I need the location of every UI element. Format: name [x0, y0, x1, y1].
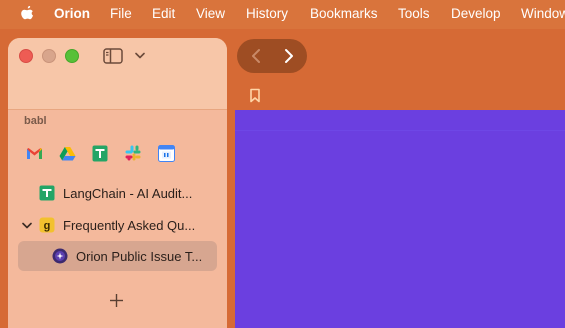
bookmark-icon[interactable] — [249, 88, 261, 103]
back-button[interactable] — [239, 39, 273, 73]
sidebar-header — [8, 38, 227, 110]
tab-orion-issues[interactable]: Orion Public Issue T... — [18, 241, 217, 271]
menu-file[interactable]: File — [110, 6, 132, 21]
slack-icon — [125, 145, 141, 161]
workspace-label: babl — [24, 115, 47, 127]
tab-label: LangChain - AI Audit... — [63, 185, 193, 201]
google-sheets-icon — [92, 145, 108, 161]
orion-icon — [52, 248, 68, 264]
sidebar-toggle-icon[interactable] — [103, 48, 123, 64]
menu-bar: Orion File Edit View History Bookmarks T… — [0, 0, 565, 29]
svg-text:g: g — [44, 220, 51, 232]
menu-tools[interactable]: Tools — [398, 6, 430, 21]
menu-edit[interactable]: Edit — [152, 6, 175, 21]
google-sheets-icon — [39, 185, 55, 201]
gitbook-icon: g — [39, 217, 55, 233]
forward-button[interactable] — [272, 39, 306, 73]
chevron-left-icon — [252, 49, 260, 63]
add-tab-icon[interactable] — [109, 293, 124, 308]
favorite-slack[interactable] — [124, 144, 142, 162]
menu-app-name[interactable]: Orion — [54, 6, 90, 21]
zoom-window-button[interactable] — [65, 49, 79, 63]
tab-faq[interactable]: g Frequently Asked Qu... — [18, 210, 217, 240]
chevron-down-icon[interactable] — [22, 222, 32, 229]
tab-langchain[interactable]: LangChain - AI Audit... — [18, 178, 217, 208]
chevron-down-icon[interactable] — [135, 52, 145, 59]
close-window-button[interactable] — [19, 49, 33, 63]
favorite-google-sheets[interactable] — [91, 144, 109, 162]
tab-label: Frequently Asked Qu... — [63, 217, 196, 233]
menu-window[interactable]: Window — [521, 6, 565, 21]
content-divider — [235, 130, 565, 131]
menu-view[interactable]: View — [196, 6, 225, 21]
minimize-window-button[interactable] — [42, 49, 56, 63]
gmail-icon — [26, 147, 42, 159]
menu-bookmarks[interactable]: Bookmarks — [310, 6, 378, 21]
menu-history[interactable]: History — [246, 6, 288, 21]
tab-label: Orion Public Issue T... — [76, 248, 203, 264]
menu-develop[interactable]: Develop — [451, 6, 501, 21]
apple-icon[interactable] — [19, 6, 35, 23]
google-calendar-icon — [157, 144, 175, 162]
favorite-google-calendar[interactable] — [157, 144, 175, 162]
sidebar: babl LangChain - AI Audit... g Frequentl… — [8, 38, 227, 328]
web-content-area[interactable] — [235, 110, 565, 328]
navigation-buttons — [237, 39, 307, 73]
chevron-right-icon — [285, 49, 293, 63]
google-drive-icon — [59, 146, 75, 160]
favorite-gmail[interactable] — [25, 144, 43, 162]
favorite-google-drive[interactable] — [58, 144, 76, 162]
